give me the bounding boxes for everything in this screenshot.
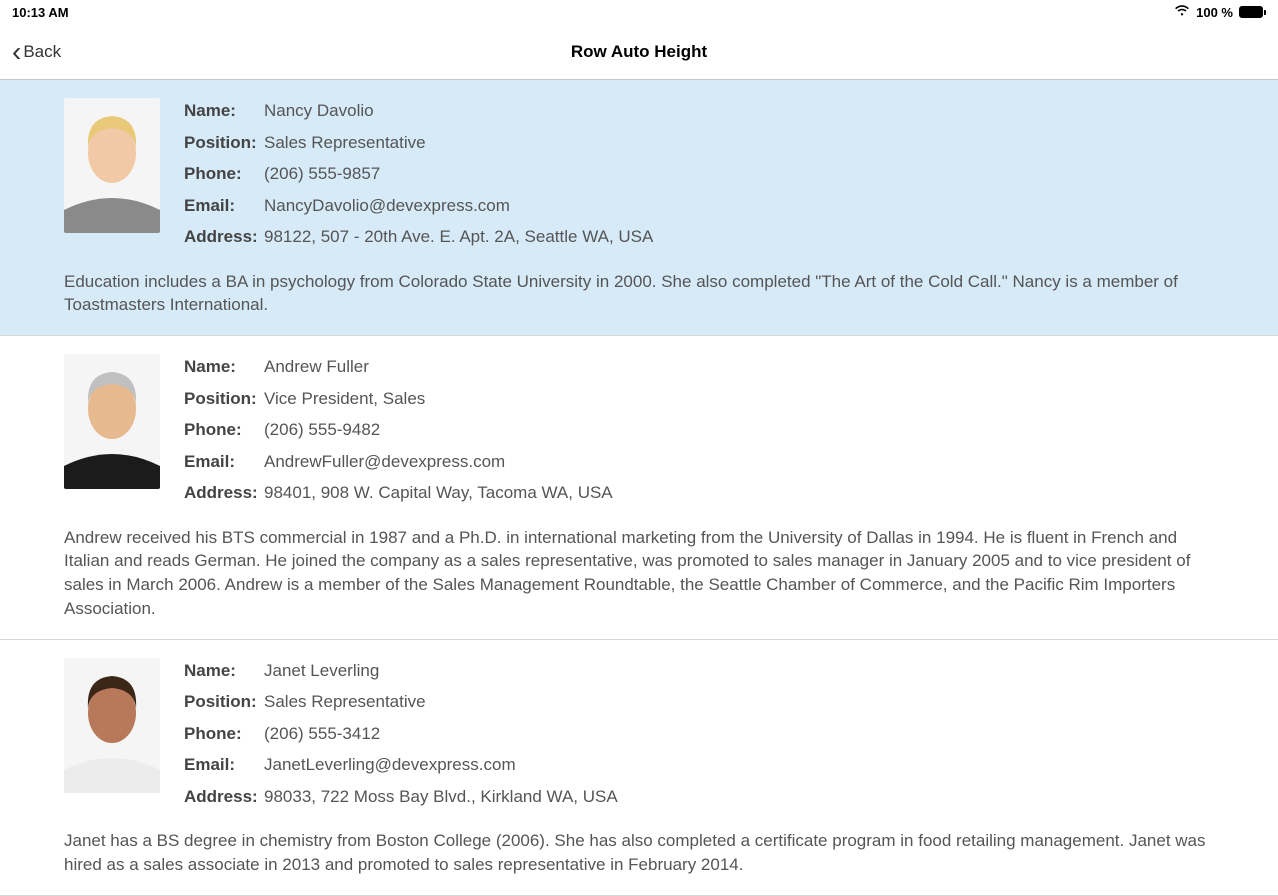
list-item[interactable]: Name:Nancy Davolio Position:Sales Repres… — [0, 80, 1278, 336]
email-value: NancyDavolio@devexpress.com — [264, 193, 510, 219]
name-value: Nancy Davolio — [264, 98, 374, 124]
list-item[interactable]: Name:Janet Leverling Position:Sales Repr… — [0, 640, 1278, 896]
battery-icon — [1239, 6, 1266, 18]
name-value: Andrew Fuller — [264, 354, 369, 380]
email-value: AndrewFuller@devexpress.com — [264, 449, 505, 475]
phone-label: Phone: — [184, 417, 264, 443]
battery-percent: 100 % — [1196, 5, 1233, 20]
row-top: Name:Andrew Fuller Position:Vice Preside… — [64, 354, 1214, 512]
email-label: Email: — [184, 752, 264, 778]
status-bar: 10:13 AM 100 % — [0, 0, 1278, 24]
list-item[interactable]: Name:Andrew Fuller Position:Vice Preside… — [0, 336, 1278, 640]
address-label: Address: — [184, 224, 264, 250]
email-label: Email: — [184, 449, 264, 475]
avatar — [64, 354, 160, 489]
back-button[interactable]: ‹ Back — [12, 38, 61, 66]
phone-value: (206) 555-3412 — [264, 721, 380, 747]
chevron-left-icon: ‹ — [12, 38, 21, 66]
position-value: Sales Representative — [264, 689, 426, 715]
phone-value: (206) 555-9482 — [264, 417, 380, 443]
avatar — [64, 658, 160, 793]
employee-list: Name:Nancy Davolio Position:Sales Repres… — [0, 80, 1278, 896]
page-title: Row Auto Height — [571, 42, 707, 62]
fields: Name:Nancy Davolio Position:Sales Repres… — [184, 98, 1214, 256]
back-label: Back — [23, 42, 61, 62]
bio-text: Janet has a BS degree in chemistry from … — [64, 829, 1214, 877]
address-value: 98122, 507 - 20th Ave. E. Apt. 2A, Seatt… — [264, 224, 653, 250]
name-label: Name: — [184, 354, 264, 380]
nav-bar: ‹ Back Row Auto Height — [0, 24, 1278, 80]
position-value: Sales Representative — [264, 130, 426, 156]
position-label: Position: — [184, 689, 264, 715]
status-right: 100 % — [1174, 5, 1266, 20]
status-time: 10:13 AM — [12, 5, 69, 20]
position-label: Position: — [184, 130, 264, 156]
address-value: 98033, 722 Moss Bay Blvd., Kirkland WA, … — [264, 784, 618, 810]
fields: Name:Janet Leverling Position:Sales Repr… — [184, 658, 1214, 816]
avatar — [64, 98, 160, 233]
phone-label: Phone: — [184, 161, 264, 187]
row-top: Name:Nancy Davolio Position:Sales Repres… — [64, 98, 1214, 256]
fields: Name:Andrew Fuller Position:Vice Preside… — [184, 354, 1214, 512]
address-value: 98401, 908 W. Capital Way, Tacoma WA, US… — [264, 480, 613, 506]
email-label: Email: — [184, 193, 264, 219]
name-value: Janet Leverling — [264, 658, 379, 684]
row-top: Name:Janet Leverling Position:Sales Repr… — [64, 658, 1214, 816]
address-label: Address: — [184, 784, 264, 810]
bio-text: Andrew received his BTS commercial in 19… — [64, 526, 1214, 621]
bio-text: Education includes a BA in psychology fr… — [64, 270, 1214, 318]
name-label: Name: — [184, 98, 264, 124]
phone-label: Phone: — [184, 721, 264, 747]
name-label: Name: — [184, 658, 264, 684]
wifi-icon — [1174, 5, 1190, 20]
phone-value: (206) 555-9857 — [264, 161, 380, 187]
email-value: JanetLeverling@devexpress.com — [264, 752, 516, 778]
address-label: Address: — [184, 480, 264, 506]
position-value: Vice President, Sales — [264, 386, 425, 412]
position-label: Position: — [184, 386, 264, 412]
